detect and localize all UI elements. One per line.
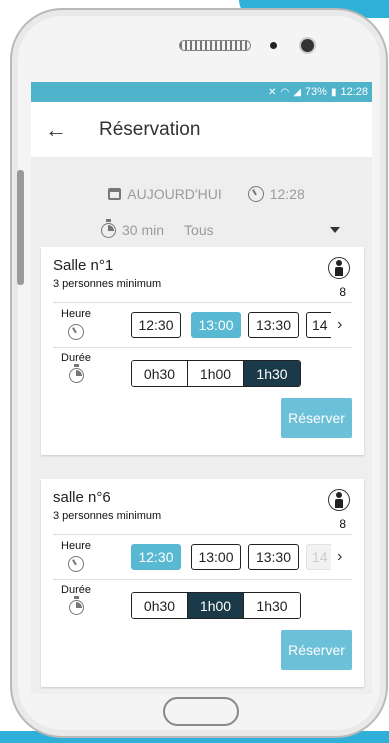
duration-option[interactable]: 1h30 [244, 593, 300, 618]
divider [53, 579, 352, 580]
time-chip[interactable]: 13:00 [191, 544, 241, 570]
duration-filter[interactable]: 30 min [122, 222, 164, 238]
stopwatch-icon [101, 218, 116, 238]
duration-option[interactable]: 1h00 [188, 361, 244, 386]
status-bar: ✕ ◠ ◢ 73% ▮ 12:28 [31, 82, 372, 102]
time-filter[interactable]: 12:28 [270, 186, 305, 202]
room-card: salle n°6 3 personnes minimum 8 Heure 12… [41, 479, 364, 687]
duration-type-filter: 30 min Tous [31, 218, 372, 241]
room-card: Salle n°1 3 personnes minimum 8 Heure 12… [41, 247, 364, 455]
calendar-icon [108, 188, 122, 200]
room-capacity: 8 [339, 285, 346, 299]
stopwatch-icon [68, 364, 84, 383]
duration-option[interactable]: 0h30 [132, 361, 188, 386]
duration-label: Durée [61, 584, 91, 596]
duration-selector: 0h30 1h00 1h30 [131, 592, 301, 619]
time-chip[interactable]: 13:30 [248, 312, 299, 338]
hour-label: Heure [61, 540, 91, 552]
phone-speaker [179, 40, 251, 51]
date-filter[interactable]: AUJOURD'HUI [127, 186, 221, 202]
clock-icon [247, 186, 264, 202]
time-chip-partial[interactable]: 14 [306, 312, 331, 338]
stopwatch-icon [68, 596, 84, 615]
time-chip-partial[interactable]: 14 [306, 544, 331, 570]
phone-side-button [17, 170, 24, 285]
status-time: 12:28 [340, 86, 368, 98]
clock-icon [68, 324, 84, 340]
filters: AUJOURD'HUI 12:28 30 min Tous [31, 157, 372, 241]
hour-label: Heure [61, 308, 91, 320]
app-bar: ← Réservation [31, 102, 372, 157]
back-arrow-icon[interactable]: ← [45, 117, 85, 143]
time-chip-selected[interactable]: 12:30 [131, 544, 181, 570]
room-subtitle: 3 personnes minimum [53, 278, 162, 290]
battery-percent: 73% [304, 86, 327, 98]
reserve-button[interactable]: Réserver [281, 398, 352, 438]
divider [53, 302, 352, 303]
divider [53, 534, 352, 535]
battery-icon: ▮ [330, 86, 337, 98]
person-icon [328, 257, 350, 279]
page-title: Réservation [99, 118, 201, 140]
duration-row-label: Durée [51, 584, 101, 615]
home-button[interactable] [163, 697, 239, 726]
divider [53, 347, 352, 348]
time-chip[interactable]: 12:30 [131, 312, 181, 338]
room-subtitle: 3 personnes minimum [53, 510, 162, 522]
duration-option-selected[interactable]: 1h30 [244, 361, 300, 386]
room-capacity: 8 [339, 517, 346, 531]
type-select[interactable]: Tous [184, 222, 264, 238]
signal-icon: ◢ [293, 86, 301, 98]
time-chip-selected[interactable]: 13:00 [191, 312, 241, 338]
phone-sensor [270, 42, 277, 49]
duration-selector: 0h30 1h00 1h30 [131, 360, 301, 387]
dropdown-caret-icon[interactable] [330, 227, 341, 233]
person-icon [328, 489, 350, 511]
wifi-icon: ◠ [280, 86, 290, 98]
app-screen: ✕ ◠ ◢ 73% ▮ 12:28 ← Réservation AUJOURD'… [31, 82, 372, 694]
duration-label: Durée [61, 352, 91, 364]
clock-icon [68, 556, 84, 572]
mute-icon: ✕ [268, 86, 277, 98]
duration-row-label: Durée [51, 352, 101, 383]
date-time-filter: AUJOURD'HUI 12:28 [41, 183, 372, 205]
hour-row-label: Heure [51, 308, 101, 340]
room-name: Salle n°1 [53, 257, 114, 274]
time-chip[interactable]: 13:30 [248, 544, 299, 570]
chevron-right-icon[interactable]: › [337, 548, 342, 566]
duration-option-selected[interactable]: 1h00 [188, 593, 244, 618]
reserve-button[interactable]: Réserver [281, 630, 352, 670]
duration-option[interactable]: 0h30 [132, 593, 188, 618]
room-name: salle n°6 [53, 489, 111, 506]
chevron-right-icon[interactable]: › [337, 316, 342, 334]
hour-row-label: Heure [51, 540, 101, 572]
phone-camera [301, 39, 314, 52]
